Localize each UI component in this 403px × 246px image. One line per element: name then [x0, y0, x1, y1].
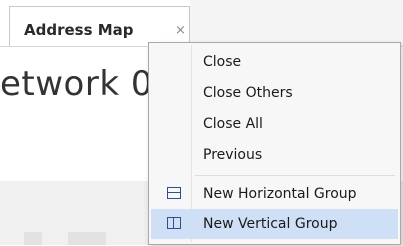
- menu-item-close[interactable]: Close: [151, 47, 398, 77]
- menu-item-label: Close Others: [203, 85, 293, 101]
- menu-item-new-vertical-group[interactable]: New Vertical Group: [151, 209, 398, 239]
- page-title: etwork 0: [0, 64, 153, 104]
- editor-tab-strip: Address Map ×: [0, 0, 403, 46]
- menu-item-label: Close: [203, 54, 242, 70]
- tab-context-menu: Close Close Others Close All Previous Ne…: [148, 42, 401, 245]
- menu-item-new-horizontal-group[interactable]: New Horizontal Group: [151, 179, 398, 209]
- menu-item-label: New Vertical Group: [203, 216, 338, 232]
- menu-item-label: New Horizontal Group: [203, 186, 357, 202]
- tab-title: Address Map: [24, 21, 134, 39]
- horizontal-split-icon: [167, 187, 181, 199]
- menu-item-label: Close All: [203, 116, 263, 132]
- menu-item-close-others[interactable]: Close Others: [151, 78, 398, 108]
- tab-strip-background: [190, 0, 403, 46]
- panel-block: [68, 232, 106, 245]
- vertical-split-icon: [167, 217, 181, 229]
- menu-item-previous[interactable]: Previous: [151, 140, 398, 170]
- menu-separator: [195, 175, 395, 176]
- menu-item-close-all[interactable]: Close All: [151, 109, 398, 139]
- menu-item-label: Previous: [203, 147, 263, 163]
- tab-address-map[interactable]: Address Map ×: [9, 6, 190, 46]
- close-icon[interactable]: ×: [175, 23, 186, 38]
- panel-block: [24, 232, 42, 245]
